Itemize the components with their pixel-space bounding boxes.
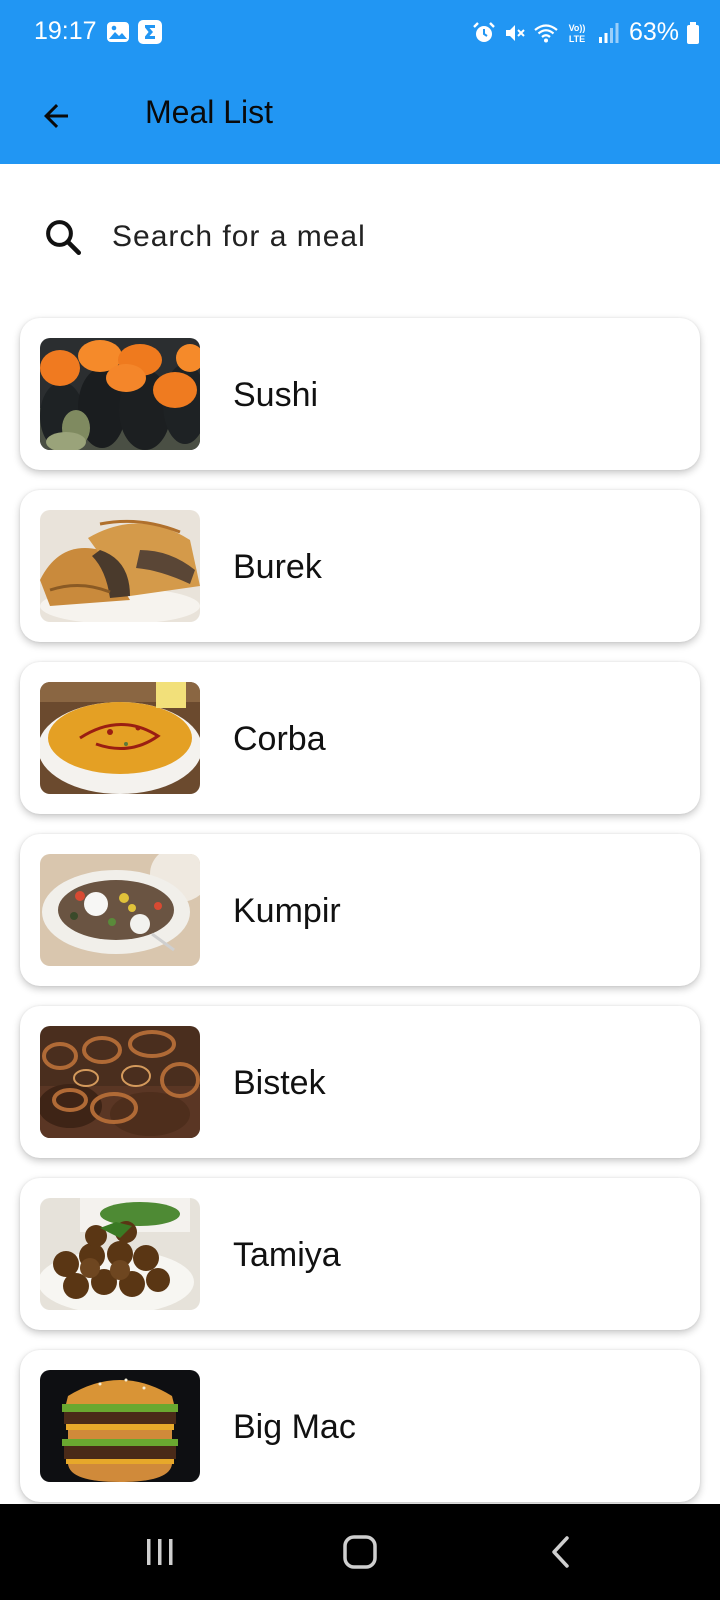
meal-image-burek — [40, 510, 200, 622]
meal-card-corba[interactable]: Corba — [20, 662, 700, 814]
battery-percentage: 63% — [628, 18, 679, 46]
page-title: Meal List — [145, 94, 274, 130]
gallery-notification-icon — [107, 22, 129, 42]
system-back-button[interactable] — [522, 1526, 602, 1578]
meal-name: Kumpir — [233, 892, 341, 930]
battery-icon — [687, 21, 699, 44]
status-time: 19:17 — [34, 17, 97, 45]
signal-icon — [598, 22, 619, 43]
sigma-app-icon — [138, 20, 162, 44]
meal-image-bistek — [40, 1026, 200, 1138]
meal-card-sushi[interactable]: Sushi — [20, 318, 700, 470]
system-nav-bar — [0, 1504, 720, 1600]
mute-icon — [505, 24, 525, 41]
meal-card-bistek[interactable]: Bistek — [20, 1006, 700, 1158]
meal-list: Sushi Burek Corba Kumpir Bistek Tamiya B… — [20, 318, 700, 1522]
meal-image-tamiya — [40, 1198, 200, 1310]
meal-name: Sushi — [233, 376, 319, 414]
volte-icon: Vo)) LTE — [569, 23, 586, 44]
status-notification-icons — [106, 20, 162, 44]
wifi-icon — [534, 23, 558, 42]
svg-text:LTE: LTE — [569, 34, 585, 44]
meal-image-kumpir — [40, 854, 200, 966]
status-bar: 19:17 Vo)) LTE 63% — [0, 0, 720, 68]
meal-card-big-mac[interactable]: Big Mac — [20, 1350, 700, 1502]
back-button[interactable] — [30, 90, 82, 142]
recents-icon — [147, 1539, 173, 1565]
meal-name: Big Mac — [233, 1408, 356, 1446]
search-bar — [0, 192, 720, 282]
meal-name: Bistek — [233, 1064, 326, 1102]
home-button[interactable] — [320, 1526, 400, 1578]
svg-text:Vo)): Vo)) — [569, 23, 586, 33]
search-input[interactable] — [112, 212, 672, 262]
alarm-icon — [473, 21, 495, 42]
meal-image-big-mac — [40, 1370, 200, 1482]
meal-card-tamiya[interactable]: Tamiya — [20, 1178, 700, 1330]
meal-name: Tamiya — [233, 1236, 341, 1274]
status-system-icons: Vo)) LTE 63% — [472, 18, 700, 47]
search-icon — [42, 216, 84, 258]
recents-button[interactable] — [120, 1526, 200, 1578]
meal-card-kumpir[interactable]: Kumpir — [20, 834, 700, 986]
arrow-back-icon — [44, 104, 68, 128]
meal-name: Burek — [233, 548, 322, 586]
meal-name: Corba — [233, 720, 326, 758]
meal-image-sushi — [40, 338, 200, 450]
back-icon — [552, 1536, 569, 1568]
meal-image-corba — [40, 682, 200, 794]
home-icon — [343, 1535, 377, 1569]
meal-card-burek[interactable]: Burek — [20, 490, 700, 642]
app-bar: Meal List — [0, 68, 720, 164]
